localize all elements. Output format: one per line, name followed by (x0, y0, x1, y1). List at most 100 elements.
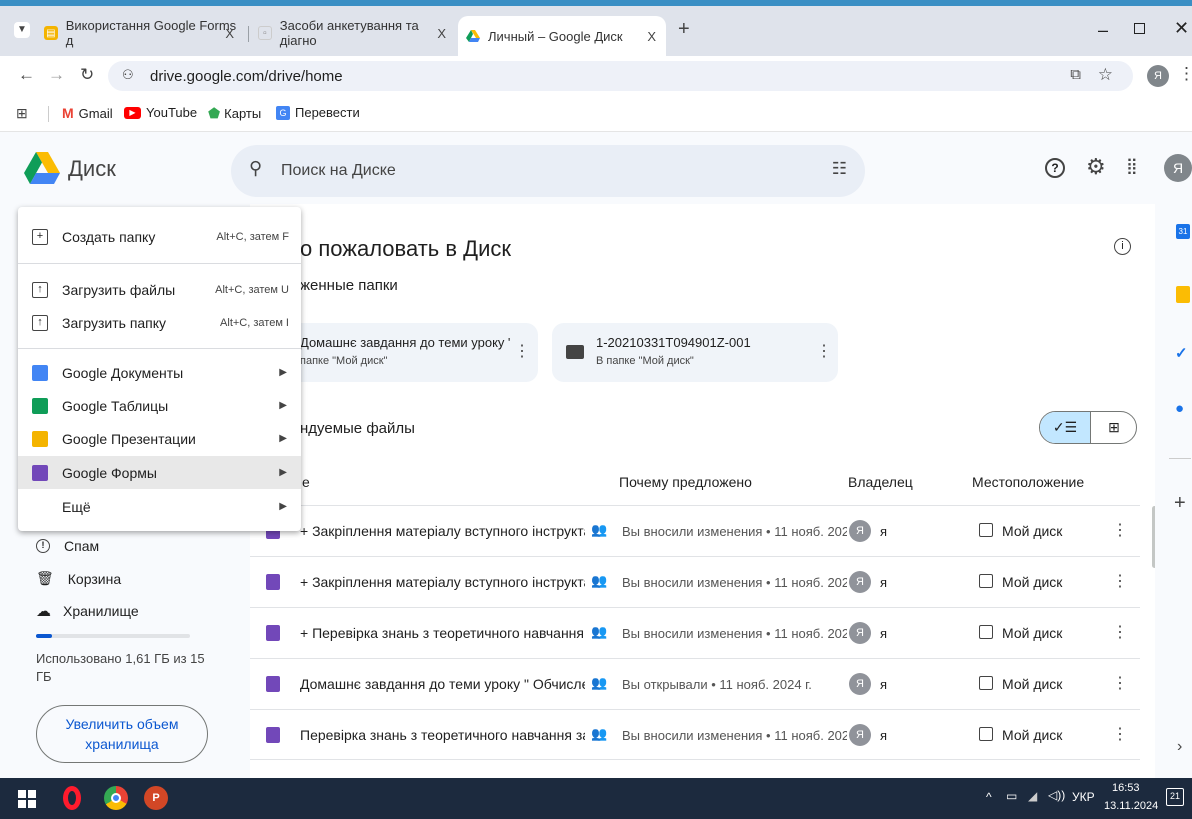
chrome-icon[interactable] (104, 786, 128, 810)
restore-icon[interactable] (1134, 23, 1145, 34)
more-options-icon[interactable]: ⋮ (1112, 724, 1128, 744)
help-icon[interactable]: ? (1045, 158, 1065, 178)
install-app-icon[interactable]: ⧉ (1070, 66, 1081, 83)
file-location[interactable]: Мой диск (1002, 523, 1062, 539)
more-options-icon[interactable]: ⋮ (1112, 520, 1128, 540)
menu-item-label: Загрузить папку (62, 314, 167, 331)
table-row[interactable]: + Закріплення матеріалу вступного інстру… (250, 505, 1140, 556)
tab-survey-tools[interactable]: ▫ Засоби анкетування та діагно X (258, 16, 456, 50)
get-addons-icon[interactable]: + (1174, 492, 1186, 515)
info-icon[interactable]: i (1114, 238, 1131, 255)
bookmark-label: Gmail (78, 105, 113, 121)
new-tab-button[interactable]: + (678, 18, 690, 41)
more-options-icon[interactable]: ⋮ (816, 341, 832, 361)
contacts-icon[interactable]: ● (1175, 400, 1184, 417)
table-row[interactable]: Домашнє завдання до теми уроку " Обчисле… (250, 658, 1140, 709)
apps-grid-icon[interactable]: ⣿ (1126, 156, 1138, 176)
tray-language[interactable]: УКР (1072, 790, 1095, 804)
more-options-icon[interactable]: ⋮ (1112, 571, 1128, 591)
file-name: + Перевірка знань з теоретичного навчанн… (300, 625, 585, 641)
tasks-icon[interactable]: ✓ (1175, 344, 1188, 362)
tab-google-forms[interactable]: ▤ Використання Google Forms д X (44, 16, 244, 50)
minimize-icon[interactable]: – (1098, 20, 1108, 41)
tray-volume-icon[interactable]: ◁)) (1048, 788, 1065, 802)
more-options-icon[interactable]: ⋮ (514, 341, 530, 361)
file-location[interactable]: Мой диск (1002, 625, 1062, 641)
bookmark-maps[interactable]: ⬟ Карты (208, 105, 261, 122)
bookmark-translate[interactable]: G Перевести (276, 105, 360, 120)
menu-item-more[interactable]: Ещё ▶ (18, 490, 301, 523)
powerpoint-icon[interactable]: P (144, 786, 168, 810)
url-field[interactable]: ⚇ drive.google.com/drive/home ⧉ ☆ (108, 61, 1133, 91)
close-window-icon[interactable]: ✕ (1174, 18, 1189, 39)
view-toggle[interactable]: ✓☰ ⊞ (1039, 411, 1137, 444)
file-location[interactable]: Мой диск (1002, 574, 1062, 590)
settings-gear-icon[interactable]: ⚙ (1086, 154, 1106, 180)
apps-grid-icon[interactable]: ⊞ (16, 105, 28, 122)
table-row[interactable]: + Закріплення матеріалу вступного інстру… (250, 556, 1140, 607)
list-view-button[interactable]: ✓☰ (1040, 412, 1091, 443)
bookmark-star-icon[interactable]: ☆ (1098, 65, 1113, 85)
reload-icon[interactable]: ↻ (80, 65, 94, 85)
sidebar-item-trash[interactable]: 🗑 Корзина (36, 570, 121, 587)
bookmark-gmail[interactable]: M Gmail (62, 105, 113, 121)
drive-logo-text[interactable]: Диск (68, 156, 116, 182)
notifications-icon[interactable]: 21 (1166, 788, 1184, 806)
folder-card[interactable]: 1-20210331T094901Z-001 В папке "Мой диск… (552, 323, 838, 382)
menu-item-google-forms[interactable]: Google Формы ▶ (18, 456, 301, 489)
menu-item-google-docs[interactable]: Google Документы ▶ (18, 356, 301, 389)
table-row[interactable]: Перевірка знань з теоретичного навчання … (250, 709, 1140, 759)
tab-search-chevron-icon[interactable]: ▼ (14, 22, 30, 38)
more-options-icon[interactable]: ⋮ (1112, 622, 1128, 642)
google-forms-icon (32, 464, 48, 481)
keep-icon[interactable] (1176, 286, 1190, 303)
sidebar-item-storage[interactable]: ☁ Хранилище (36, 602, 139, 620)
bookmark-youtube[interactable]: ▶ YouTube (124, 105, 197, 120)
table-row[interactable]: + Перевірка знань з теоретичного навчанн… (250, 607, 1140, 658)
drive-logo-icon[interactable] (24, 152, 60, 189)
account-avatar[interactable]: Я (1164, 154, 1192, 182)
back-icon[interactable]: ← (18, 65, 35, 85)
menu-item-upload-files[interactable]: ↑ Загрузить файлы Alt+C, затем U (18, 273, 301, 306)
menu-item-upload-folder[interactable]: ↑ Загрузить папку Alt+C, затем I (18, 306, 301, 339)
search-input[interactable]: Поиск на Диске (281, 162, 396, 180)
tray-wifi-icon[interactable]: ◢ (1028, 789, 1037, 803)
more-options-icon[interactable]: ⋮ (1112, 673, 1128, 693)
expand-panel-icon[interactable]: › (1177, 738, 1182, 756)
tab-google-drive[interactable]: Личный – Google Диск X (458, 16, 666, 56)
menu-item-google-sheets[interactable]: Google Таблицы ▶ (18, 389, 301, 422)
sidebar-item-spam[interactable]: ! Спам (36, 538, 99, 554)
browser-menu-icon[interactable]: ⋮ (1178, 64, 1192, 84)
file-location[interactable]: Мой диск (1002, 676, 1062, 692)
drive-search-bar[interactable]: ⚲ Поиск на Диске ☷ (231, 145, 865, 197)
tray-time[interactable]: 16:53 (1112, 782, 1140, 794)
file-location[interactable]: Мой диск (1002, 727, 1062, 743)
tray-date[interactable]: 13.11.2024 (1104, 800, 1158, 812)
folder-card[interactable]: Домашнє завдання до теми уроку " ... пап… (290, 323, 538, 382)
search-filters-icon[interactable]: ☷ (832, 159, 847, 179)
site-info-icon[interactable]: ⚇ (122, 67, 134, 83)
tab-close-icon[interactable]: X (225, 26, 234, 41)
menu-item-new-folder[interactable]: + Создать папку Alt+C, затем F (18, 220, 301, 253)
column-name[interactable]: е (302, 474, 310, 490)
grid-view-icon[interactable]: ⊞ (1091, 412, 1136, 443)
menu-item-label: Google Документы (62, 364, 184, 381)
tab-close-icon[interactable]: X (647, 29, 656, 44)
tray-network-icon[interactable]: ▭ (1006, 789, 1017, 803)
document-icon: ▤ (44, 26, 58, 40)
opera-icon[interactable] (63, 786, 81, 810)
profile-avatar[interactable]: Я (1147, 65, 1169, 87)
menu-item-google-slides[interactable]: Google Презентации ▶ (18, 422, 301, 455)
welcome-title: о пожаловать в Диск (300, 236, 511, 261)
tray-chevron-icon[interactable]: ^ (986, 790, 992, 804)
tab-close-icon[interactable]: X (437, 26, 446, 41)
upgrade-storage-button[interactable]: Увеличить объем хранилища (36, 705, 208, 763)
forward-icon[interactable]: → (48, 65, 65, 85)
search-icon[interactable]: ⚲ (249, 158, 262, 179)
rail-divider (1169, 458, 1191, 459)
submenu-arrow-icon: ▶ (279, 501, 287, 512)
calendar-icon[interactable]: 31 (1176, 224, 1190, 239)
submenu-arrow-icon: ▶ (279, 400, 287, 411)
storage-bar (36, 634, 190, 638)
windows-start-icon[interactable] (18, 790, 36, 808)
